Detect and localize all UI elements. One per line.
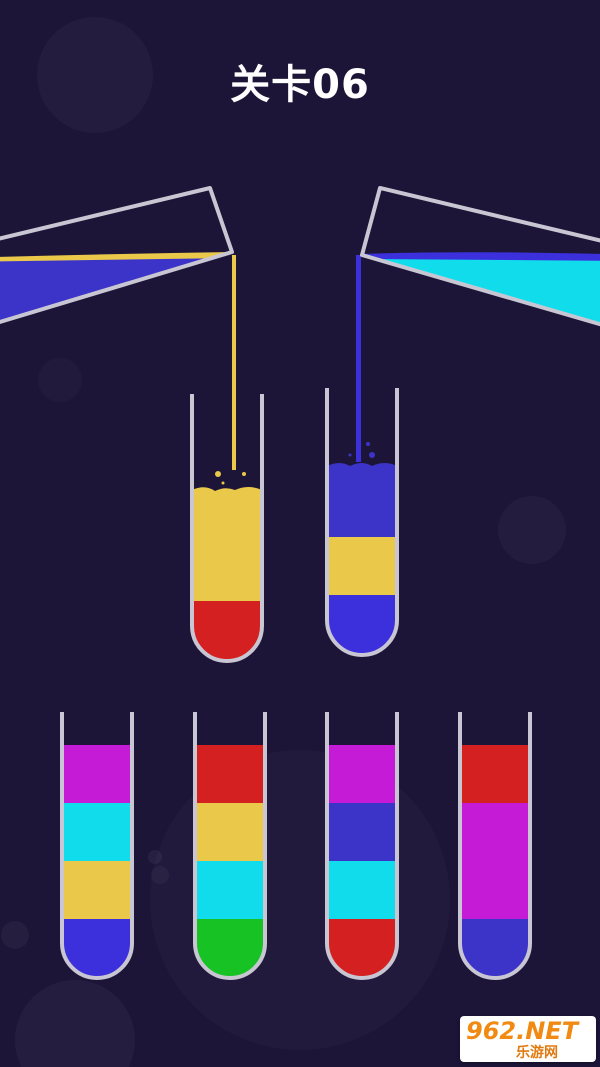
tube-3[interactable] — [325, 712, 399, 989]
tube-receiving-right[interactable] — [325, 388, 399, 665]
tube-layer-yellow — [192, 487, 262, 601]
tube-2[interactable] — [193, 712, 267, 989]
tube-4[interactable] — [458, 712, 532, 989]
tube-1[interactable] — [60, 712, 134, 989]
game-scene — [0, 186, 600, 1067]
bg-bubble — [498, 496, 566, 564]
splash-drop — [215, 471, 221, 477]
splash-drop — [348, 453, 352, 457]
watermark-sub-text: 乐游网 — [516, 1045, 558, 1061]
tube-layer-cyan — [195, 861, 265, 919]
tube-layer-magenta — [62, 745, 132, 803]
tube-layer-indigo — [327, 803, 397, 861]
bg-bubble — [1, 921, 29, 949]
tube-layer-blue — [327, 463, 397, 537]
pour-stream-yellow — [232, 255, 236, 470]
watermark-logo-text: 962.NET — [466, 1017, 579, 1045]
splash-drop — [221, 481, 225, 485]
tube-layer-magenta — [460, 803, 530, 919]
bg-bubble — [38, 358, 82, 402]
tube-layer-cyan — [62, 803, 132, 861]
bg-bubble — [151, 866, 169, 884]
pouring-tube-left[interactable] — [0, 186, 234, 328]
tube-layer-yellow — [327, 537, 397, 595]
splash-drop — [242, 472, 246, 476]
pour-liquid-cyan — [362, 258, 600, 330]
tube-layer-cyan — [327, 861, 397, 919]
tube-layer-yellow — [62, 861, 132, 919]
bg-bubble — [15, 980, 135, 1067]
bg-bubble — [148, 850, 162, 864]
splash-drop — [369, 452, 375, 458]
pour-liquid-indigo — [0, 255, 232, 328]
tube-layer-magenta — [327, 745, 397, 803]
site-watermark: 962.NET 乐游网 — [460, 1016, 596, 1062]
tube-layer-red — [460, 745, 530, 803]
pour-stream-blue — [356, 255, 361, 462]
splash-drop — [366, 442, 370, 446]
tube-layer-red — [195, 745, 265, 803]
tube-receiving-left[interactable] — [190, 394, 264, 671]
level-title: 关卡06 — [230, 62, 370, 108]
tube-layer-yellow — [195, 803, 265, 861]
pouring-tube-right[interactable] — [360, 186, 600, 330]
